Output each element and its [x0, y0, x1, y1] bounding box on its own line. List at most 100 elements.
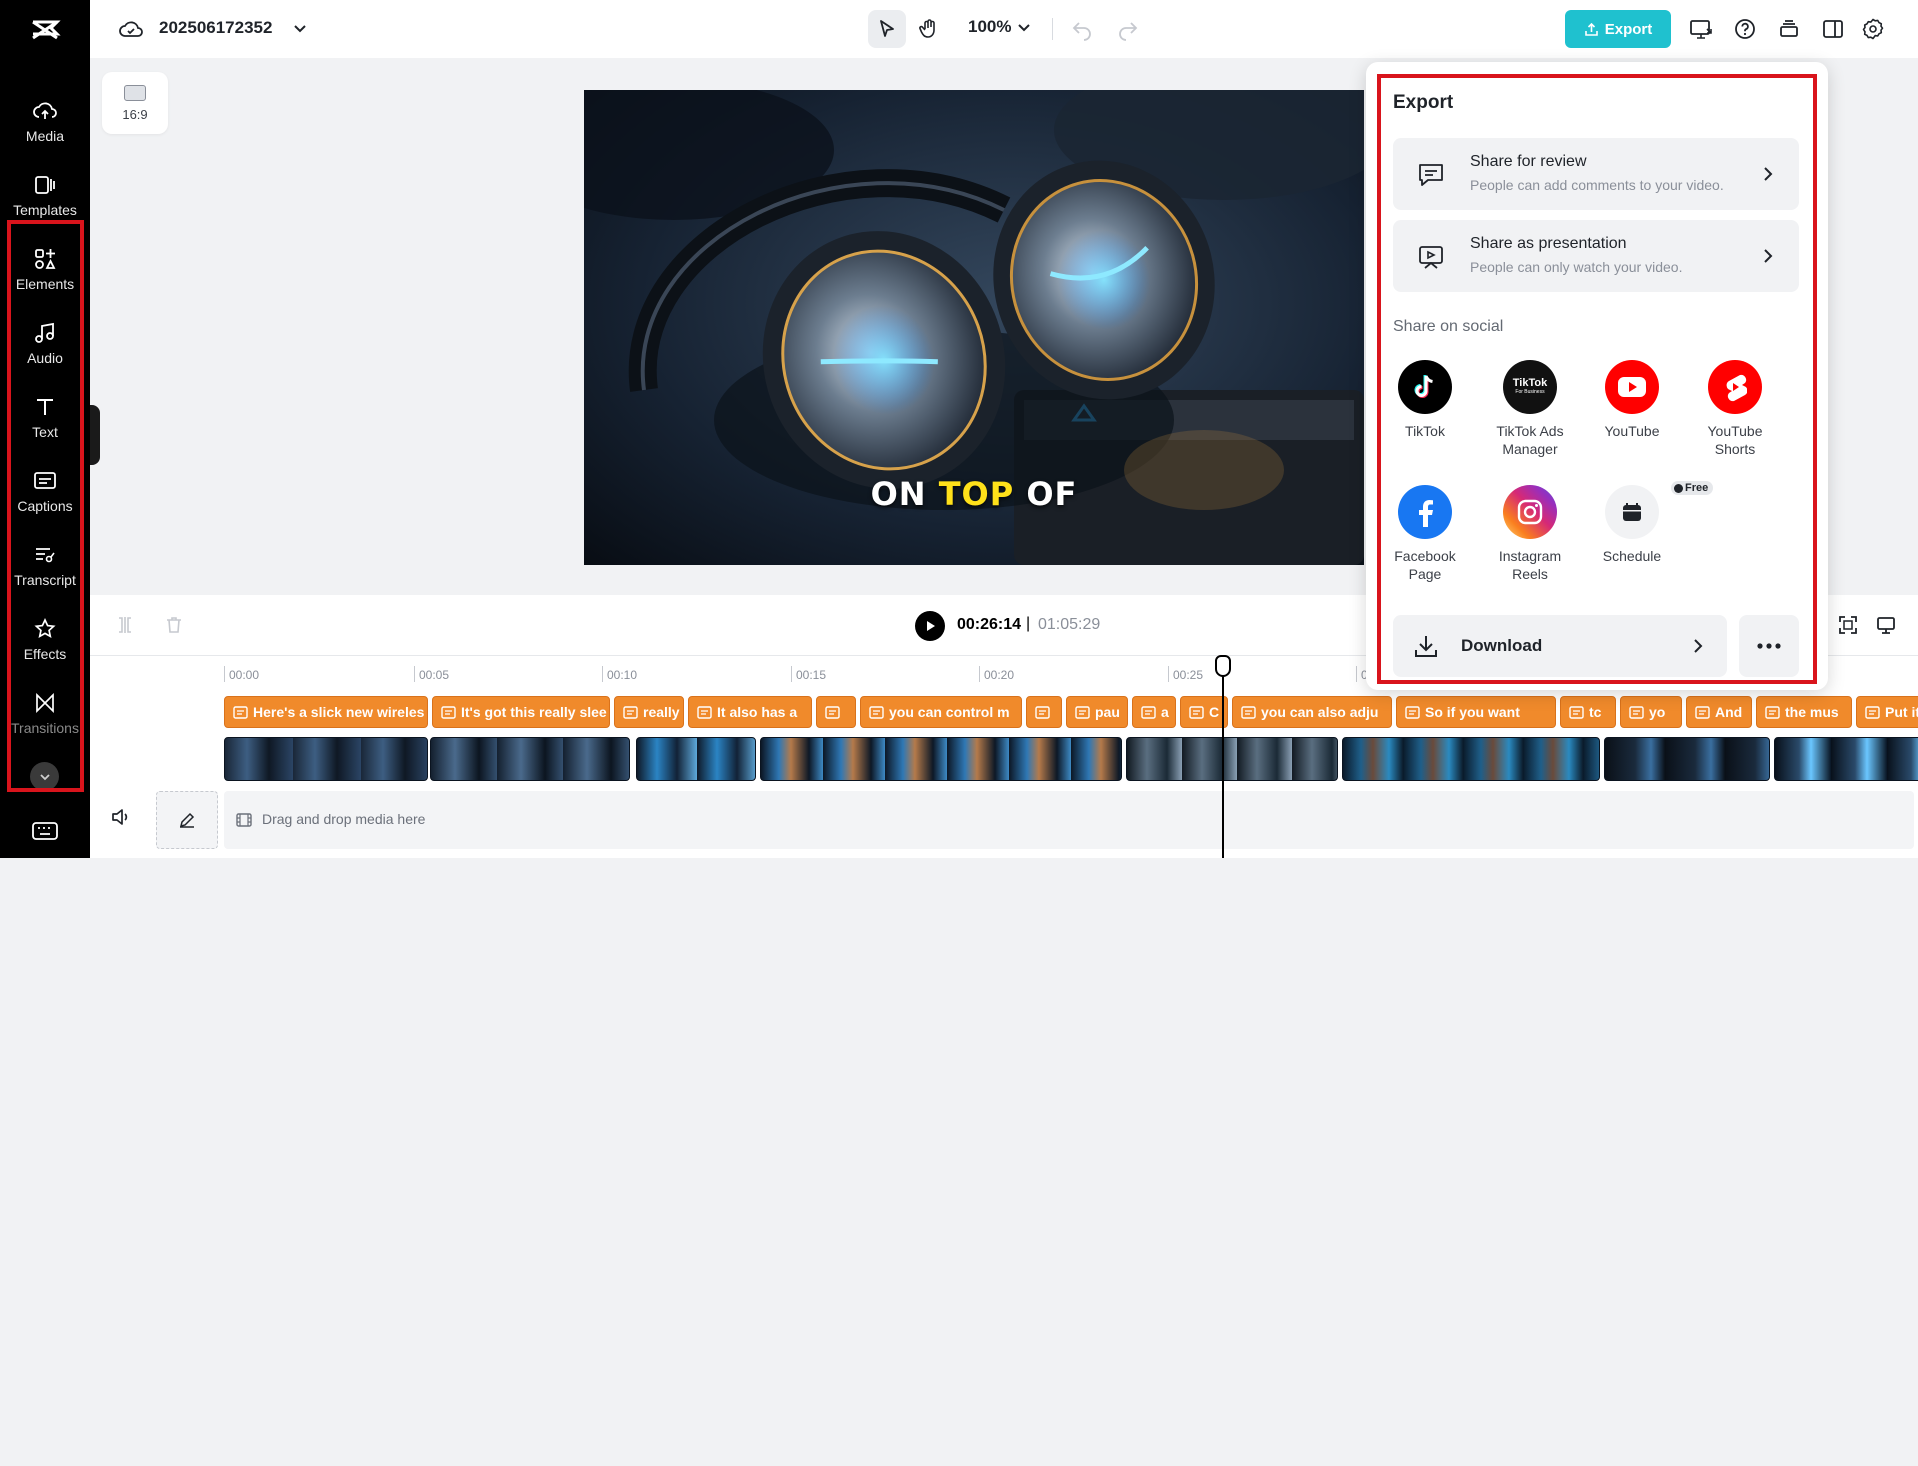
video-clip[interactable]	[430, 737, 630, 781]
select-tool-button[interactable]	[868, 10, 906, 48]
caption-text: you can also adju	[1261, 704, 1379, 720]
caption-text: It also has a	[717, 704, 798, 720]
hand-tool-button[interactable]	[910, 10, 948, 48]
caption-icon	[233, 705, 248, 719]
caption-clip[interactable]	[816, 696, 856, 728]
caption-icon	[1241, 705, 1256, 719]
chevron-right-icon	[1764, 167, 1773, 181]
caption-clip[interactable]: yo	[1620, 696, 1682, 728]
caption-clip[interactable]: It also has a	[688, 696, 812, 728]
caption-clip[interactable]: So if you want	[1396, 696, 1556, 728]
cursor-icon	[880, 20, 894, 37]
social-name: TikTok Ads Manager	[1496, 423, 1564, 457]
caption-icon	[869, 705, 884, 719]
settings-button[interactable]	[1860, 16, 1886, 42]
video-clip[interactable]	[636, 737, 756, 781]
calendar-icon: Free	[1605, 481, 1714, 539]
monitor-icon	[1690, 20, 1712, 39]
share-tiktok-ads-button[interactable]: TikTok For Business TikTok Ads Manager	[1478, 360, 1582, 458]
youtube-icon	[1605, 360, 1659, 414]
sidebar-item-media[interactable]: Media	[0, 92, 90, 162]
video-clip[interactable]	[1342, 737, 1600, 781]
pencil-icon	[179, 812, 195, 828]
aspect-ratio-icon	[124, 84, 146, 101]
more-options-button[interactable]	[1739, 615, 1799, 677]
gear-icon	[1862, 18, 1884, 40]
caption-clip[interactable]: pau	[1066, 696, 1128, 728]
cloud-upload-icon	[33, 102, 57, 119]
caption-text: And	[1715, 704, 1743, 720]
cloud-sync-icon	[119, 21, 143, 37]
caption-clip[interactable]: tc	[1560, 696, 1616, 728]
help-button[interactable]	[1732, 16, 1758, 42]
caption-clip[interactable]: the mus	[1756, 696, 1852, 728]
fit-screen-icon[interactable]	[1838, 615, 1858, 635]
aspect-ratio-button[interactable]: 16:9	[102, 72, 168, 134]
drop-zone-hint: Drag and drop media here	[262, 811, 426, 827]
schedule-button[interactable]: Free Schedule	[1580, 481, 1714, 565]
video-clip[interactable]	[760, 737, 1122, 781]
present-screen-button[interactable]	[1688, 16, 1714, 42]
chevron-right-icon	[1694, 639, 1703, 653]
share-instagram-button[interactable]: Instagram Reels	[1478, 485, 1582, 583]
caption-clip[interactable]: And	[1686, 696, 1752, 728]
free-badge-label: Free	[1685, 482, 1709, 494]
share-for-review-button[interactable]: Share for review People can add comments…	[1393, 138, 1799, 210]
sidebar-highlight-box	[7, 220, 84, 792]
time-separator: |	[1026, 615, 1031, 632]
caption-clip[interactable]: It's got this really slee	[432, 696, 610, 728]
trash-icon[interactable]	[164, 615, 184, 635]
project-name[interactable]: 202506172352	[159, 18, 272, 38]
media-drop-zone[interactable]: Drag and drop media here	[224, 791, 1914, 849]
play-button[interactable]	[915, 611, 945, 641]
playhead-handle[interactable]	[1215, 655, 1231, 677]
video-clip[interactable]	[1604, 737, 1770, 781]
share-review-subtitle: People can add comments to your video.	[1470, 177, 1724, 193]
fullscreen-icon[interactable]	[1876, 615, 1896, 635]
caption-icon	[1405, 705, 1420, 719]
video-clip[interactable]	[224, 737, 428, 781]
redo-icon[interactable]	[1116, 17, 1140, 41]
chevron-down-icon[interactable]	[292, 20, 308, 36]
share-tiktok-button[interactable]: TikTok	[1373, 360, 1477, 440]
ruler-tick: 00:15	[791, 666, 826, 682]
share-youtube-button[interactable]: YouTube	[1580, 360, 1684, 440]
export-button[interactable]: Export	[1565, 10, 1671, 48]
caption-text: C	[1209, 704, 1220, 720]
video-preview[interactable]: ON TOP OF	[584, 90, 1364, 565]
keyboard-icon[interactable]	[31, 820, 59, 842]
caption-clip[interactable]: you can control m	[860, 696, 1022, 728]
speaker-icon[interactable]	[110, 806, 132, 828]
zoom-dropdown[interactable]: 100%	[968, 17, 1031, 37]
layers-button[interactable]	[1776, 16, 1802, 42]
share-as-presentation-button[interactable]: Share as presentation People can only wa…	[1393, 220, 1799, 292]
export-panel: Export Share for review People can add c…	[1366, 62, 1828, 690]
caption-clip[interactable]: C	[1180, 696, 1228, 728]
templates-icon	[35, 176, 55, 194]
split-icon[interactable]	[115, 615, 135, 635]
undo-icon[interactable]	[1070, 17, 1094, 41]
caption-clip[interactable]: really	[614, 696, 684, 728]
layout-toggle-button[interactable]	[1820, 16, 1846, 42]
caption-clip[interactable]: you can also adju	[1232, 696, 1392, 728]
instagram-icon	[1503, 485, 1557, 539]
cover-edit-button[interactable]	[156, 791, 218, 849]
video-clip[interactable]	[1774, 737, 1918, 781]
caption-icon	[1189, 705, 1204, 719]
zoom-level: 100%	[968, 17, 1012, 36]
caption-clip[interactable]: a	[1132, 696, 1176, 728]
caption-clip[interactable]: Put it I	[1856, 696, 1918, 728]
download-button[interactable]: Download	[1393, 615, 1727, 677]
caption-clip[interactable]: Here's a slick new wireles	[224, 696, 428, 728]
panel-collapse-handle[interactable]	[90, 405, 100, 465]
share-youtube-shorts-button[interactable]: YouTube Shorts	[1683, 360, 1787, 458]
caption-text: really	[643, 704, 680, 720]
video-clip[interactable]	[1126, 737, 1338, 781]
download-label: Download	[1461, 636, 1543, 655]
download-icon	[1415, 636, 1437, 657]
caption-icon	[1865, 705, 1880, 719]
caption-clip[interactable]	[1026, 696, 1062, 728]
caption-icon	[623, 705, 638, 719]
playhead-line[interactable]	[1222, 655, 1224, 858]
share-facebook-button[interactable]: Facebook Page	[1373, 485, 1477, 583]
